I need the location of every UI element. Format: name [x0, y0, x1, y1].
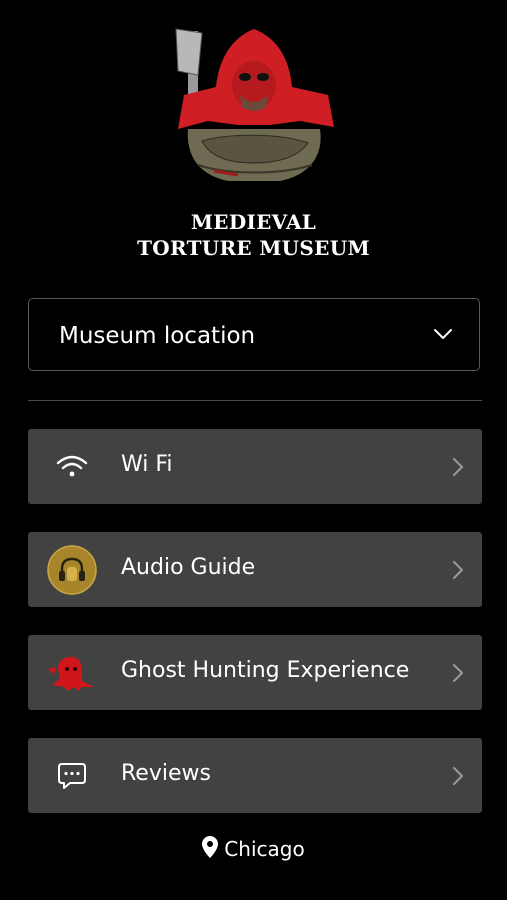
chevron-down-icon [434, 329, 452, 339]
chevron-right-icon [453, 561, 463, 579]
menu-item-ghost-hunting[interactable]: Ghost Hunting Experience [28, 635, 482, 710]
headphones-icon [46, 544, 98, 596]
menu-item-label: Wi Fi [121, 452, 173, 477]
museum-logo [175, 28, 334, 181]
wifi-icon [46, 441, 98, 493]
menu-item-label: Reviews [121, 761, 211, 786]
chat-bubble-icon [46, 750, 98, 802]
menu-item-label: Audio Guide [121, 555, 256, 580]
chevron-right-icon [453, 664, 463, 682]
menu-item-wifi[interactable]: Wi Fi [28, 429, 482, 504]
chevron-right-icon [453, 767, 463, 785]
chevron-right-icon [453, 458, 463, 476]
museum-location-dropdown[interactable]: Museum location [28, 298, 480, 371]
museum-location-label: Museum location [59, 323, 256, 349]
ghost-icon [46, 647, 98, 699]
museum-name-line2: TORTURE MUSEUM [137, 236, 370, 260]
map-pin-icon [202, 836, 219, 858]
section-divider [28, 400, 482, 401]
menu-item-reviews[interactable]: Reviews [28, 738, 482, 813]
menu-item-label: Ghost Hunting Experience [121, 658, 410, 683]
menu-item-audio-guide[interactable]: Audio Guide [28, 532, 482, 607]
museum-name-line1: MEDIEVAL [190, 210, 317, 234]
city-name: Chicago [224, 837, 305, 861]
location-footer: Chicago [0, 836, 507, 861]
